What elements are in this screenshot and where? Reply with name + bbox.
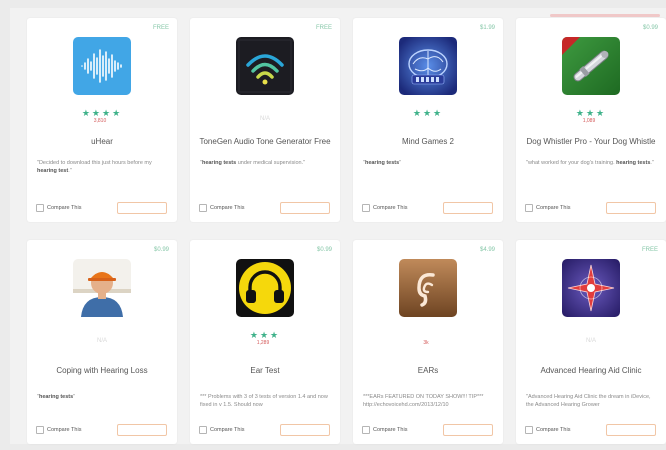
brain-icon[interactable] <box>399 37 457 95</box>
checkbox-icon[interactable] <box>525 204 533 212</box>
view-app-button[interactable] <box>280 424 330 436</box>
app-description: *** Problems with 3 of 3 tests of versio… <box>200 394 328 408</box>
compare-label: Compare This <box>47 205 82 211</box>
compare-label: Compare This <box>210 427 245 433</box>
star-icon: ★ <box>112 108 123 118</box>
no-rating-label: N/A <box>96 338 107 344</box>
checkbox-icon[interactable] <box>36 426 44 434</box>
app-description: "what worked for your dog's training. he… <box>526 160 654 166</box>
star-icon: ★ <box>259 330 271 340</box>
view-app-button[interactable] <box>606 424 656 436</box>
rating-count: 1,289 <box>256 340 270 346</box>
checkbox-icon[interactable] <box>362 426 370 434</box>
rating-count: 1,089 <box>582 118 596 124</box>
star-icon: ★ <box>585 108 597 118</box>
star-icon: ★ <box>422 108 434 118</box>
app-card[interactable]: FREE N/A Advanced Hearing Aid Clinic "Ad… <box>516 240 666 444</box>
price-label: $0.99 <box>316 247 332 253</box>
app-description: "hearing tests" <box>37 394 76 400</box>
app-card[interactable]: $4.99 3k EARs ***EARs FEATURED ON TODAY … <box>353 240 503 444</box>
compare-checkbox[interactable]: Compare This <box>36 204 81 212</box>
star-icon: ★ <box>102 108 113 118</box>
star-icon: ★ <box>270 330 281 340</box>
compare-checkbox[interactable]: Compare This <box>199 204 244 212</box>
rating-count: 3k <box>423 340 429 346</box>
app-title[interactable]: uHear <box>35 137 169 147</box>
compare-label: Compare This <box>47 427 82 433</box>
checkbox-icon[interactable] <box>199 204 207 212</box>
app-grid: FREE ★★★★ 3,810 uHear "Decided to downlo… <box>10 8 666 444</box>
view-app-button[interactable] <box>443 424 493 436</box>
compare-checkbox[interactable]: Compare This <box>362 204 407 212</box>
star-icon: ★ <box>91 108 102 118</box>
star-icon: ★ <box>249 330 260 340</box>
star-icon: ★ <box>596 108 607 118</box>
checkbox-icon[interactable] <box>525 426 533 434</box>
star-icon: ★ <box>412 108 423 118</box>
compare-label: Compare This <box>536 427 571 433</box>
person-photo-icon[interactable] <box>73 259 131 317</box>
star-rating: ★★★★ <box>27 107 177 118</box>
price-label: $0.99 <box>153 247 169 253</box>
headphones-icon[interactable] <box>236 259 294 317</box>
compass-star-icon[interactable] <box>562 259 620 317</box>
checkbox-icon[interactable] <box>36 204 44 212</box>
signal-waves-icon[interactable] <box>236 37 294 95</box>
app-title[interactable]: ToneGen Audio Tone Generator Free <box>198 137 332 147</box>
app-description: ***EARs FEATURED ON TODAY SHOW!!! TIP***… <box>363 394 484 408</box>
compare-checkbox[interactable]: Compare This <box>36 426 81 434</box>
star-icon: ★ <box>575 108 586 118</box>
app-card[interactable]: FREE N/A ToneGen Audio Tone Generator Fr… <box>190 18 340 222</box>
scroll-indicator <box>550 14 660 17</box>
app-card[interactable]: $0.99 ★★★ 1,089 Dog Whistler Pro - Your … <box>516 18 666 222</box>
checkbox-icon[interactable] <box>199 426 207 434</box>
price-label: FREE <box>641 247 658 253</box>
view-app-button[interactable] <box>443 202 493 214</box>
star-icon: ★ <box>433 108 444 118</box>
view-app-button[interactable] <box>117 424 167 436</box>
view-app-button[interactable] <box>117 202 167 214</box>
whistle-icon[interactable] <box>562 37 620 95</box>
ear-icon[interactable] <box>399 259 457 317</box>
compare-checkbox[interactable]: Compare This <box>525 204 570 212</box>
app-title[interactable]: Ear Test <box>198 366 332 376</box>
app-card[interactable]: $0.99 ★★★ 1,289 Ear Test *** Problems wi… <box>190 240 340 444</box>
compare-checkbox[interactable]: Compare This <box>199 426 244 434</box>
compare-label: Compare This <box>536 205 571 211</box>
app-description: "hearing tests" <box>363 160 402 166</box>
star-icon: ★ <box>81 108 92 118</box>
app-description: "Advanced Hearing Aid Clinic the dream i… <box>526 394 651 408</box>
compare-checkbox[interactable]: Compare This <box>362 426 407 434</box>
waveform-icon[interactable] <box>73 37 131 95</box>
app-card[interactable]: FREE ★★★★ 3,810 uHear "Decided to downlo… <box>27 18 177 222</box>
compare-label: Compare This <box>373 427 408 433</box>
rating-count: 3,810 <box>93 118 107 124</box>
star-rating: ★★★ <box>190 329 340 340</box>
price-label: FREE <box>152 25 169 31</box>
app-description: "hearing tests under medical supervision… <box>200 160 306 166</box>
view-app-button[interactable] <box>606 202 656 214</box>
compare-checkbox[interactable]: Compare This <box>525 426 570 434</box>
star-rating: ★★★ <box>516 107 666 118</box>
checkbox-icon[interactable] <box>362 204 370 212</box>
price-label: $1.99 <box>479 25 495 31</box>
app-card[interactable]: $0.99 N/A Coping with Hearing Loss "hear… <box>27 240 177 444</box>
app-title[interactable]: EARs <box>361 366 495 376</box>
app-title[interactable]: Advanced Hearing Aid Clinic <box>524 366 658 376</box>
no-rating-label: N/A <box>259 116 270 122</box>
no-rating-label: N/A <box>585 338 596 344</box>
app-title[interactable]: Mind Games 2 <box>361 137 495 147</box>
price-label: $0.99 <box>642 25 658 31</box>
price-label: $4.99 <box>479 247 495 253</box>
price-label: FREE <box>315 25 332 31</box>
compare-label: Compare This <box>210 205 245 211</box>
compare-label: Compare This <box>373 205 408 211</box>
app-description: "Decided to download this just hours bef… <box>37 160 152 174</box>
app-title[interactable]: Dog Whistler Pro - Your Dog Whistle <box>524 137 658 147</box>
rating-count <box>353 118 503 124</box>
star-rating: ★★★ <box>353 107 503 118</box>
view-app-button[interactable] <box>280 202 330 214</box>
app-card[interactable]: $1.99 ★★★ Mind Games 2 "hearing tests" C… <box>353 18 503 222</box>
app-title[interactable]: Coping with Hearing Loss <box>35 366 169 376</box>
